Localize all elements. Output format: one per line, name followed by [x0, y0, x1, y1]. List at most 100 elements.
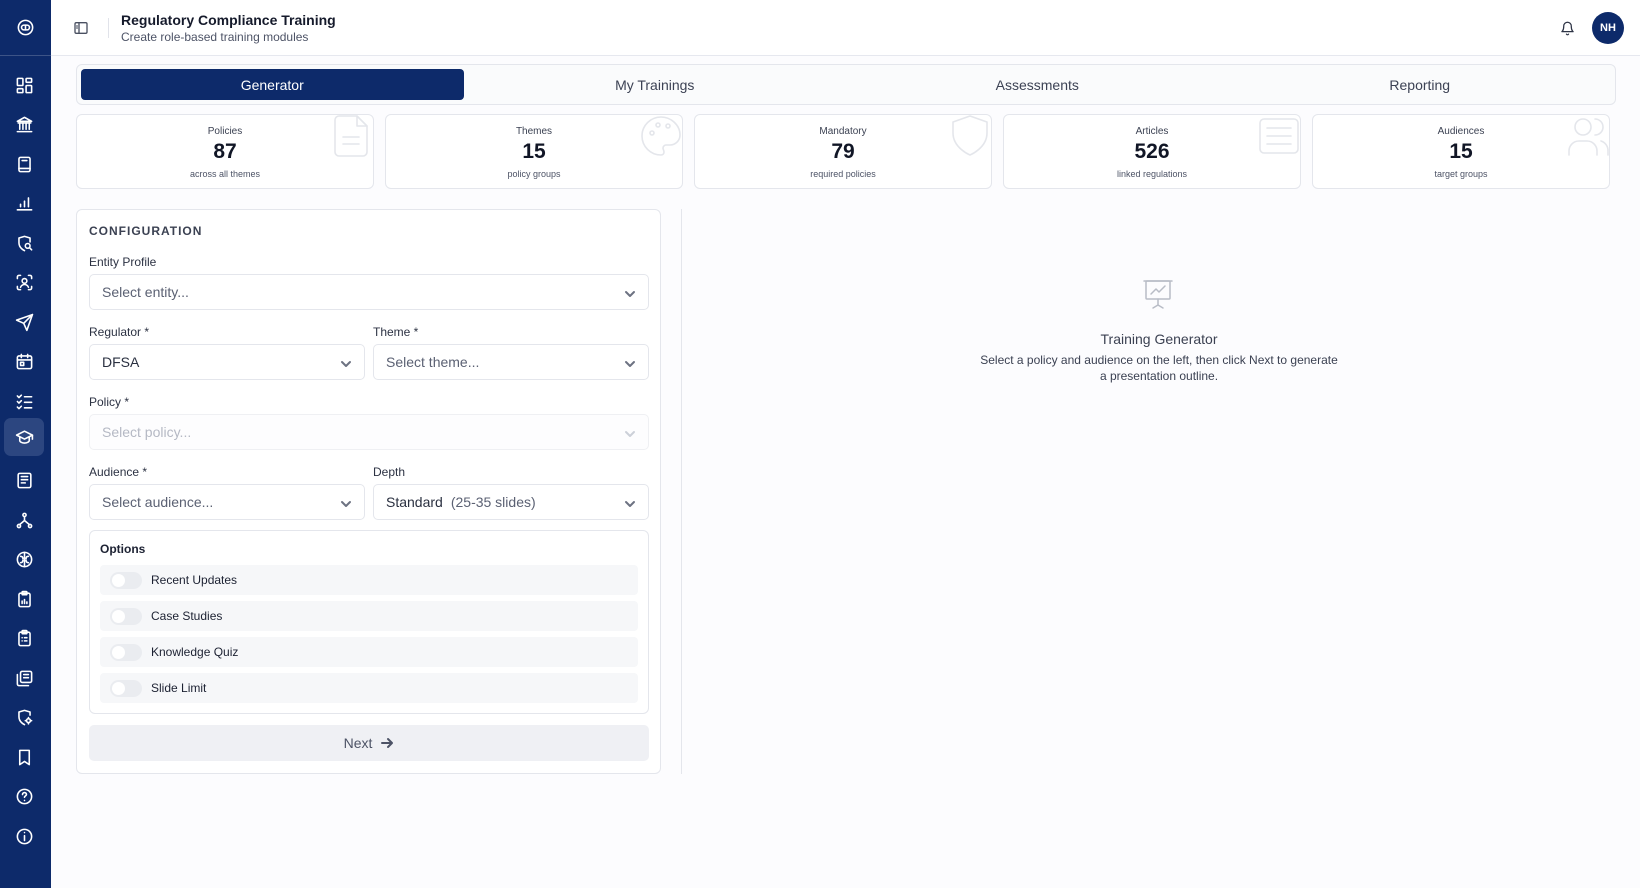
stat-label: Audiences: [1437, 126, 1485, 137]
stat-subtext: across all themes: [189, 169, 261, 179]
chevron-down-icon: [624, 497, 636, 509]
grid-icon: [16, 77, 32, 93]
bank-icon: [16, 116, 32, 132]
page-subtitle: Create role-based training modules: [121, 30, 309, 44]
depth-value: Standard: [386, 494, 443, 510]
stat-value: 87: [213, 140, 237, 163]
stat-value: 15: [522, 140, 546, 163]
notifications-button[interactable]: [1558, 19, 1576, 37]
configuration-heading: CONFIGURATION: [89, 224, 203, 238]
stat-label: Articles: [1135, 126, 1169, 137]
policy-select[interactable]: Select policy...: [89, 414, 649, 450]
chevron-down-icon: [624, 427, 636, 439]
recent-updates-toggle[interactable]: [110, 572, 142, 589]
bookmark-icon: [18, 749, 30, 765]
user-avatar[interactable]: NH: [1592, 12, 1624, 44]
knowledge-quiz-toggle[interactable]: [110, 644, 142, 661]
tab-reporting[interactable]: Reporting: [1229, 69, 1612, 100]
chevron-down-icon: [624, 357, 636, 369]
sidebar-toggle-button[interactable]: [71, 18, 91, 38]
sidebar-item-tasks[interactable]: [4, 382, 44, 420]
option-slide-limit[interactable]: Slide Limit: [100, 673, 638, 703]
sidebar-item-institutions[interactable]: [4, 105, 44, 143]
entity-profile-select[interactable]: Select entity...: [89, 274, 649, 310]
app-logo[interactable]: [0, 0, 51, 56]
chart-icon: [16, 196, 32, 211]
tab-my-trainings[interactable]: My Trainings: [464, 69, 847, 100]
clipboard-chart-icon: [17, 590, 31, 607]
sidebar-item-security-settings[interactable]: [4, 698, 44, 736]
theme-label: Theme *: [373, 325, 419, 339]
logo-icon: [17, 19, 34, 36]
option-label: Knowledge Quiz: [151, 645, 239, 659]
audience-select[interactable]: Select audience...: [89, 484, 365, 520]
network-icon: [16, 512, 32, 528]
option-knowledge-quiz[interactable]: Knowledge Quiz: [100, 637, 638, 667]
options-heading: Options: [100, 542, 146, 556]
regulator-label: Regulator *: [89, 325, 150, 339]
theme-select[interactable]: Select theme...: [373, 344, 649, 380]
panel-divider: [681, 209, 682, 774]
shield-gear-icon: [17, 709, 32, 725]
audience-value: Select audience...: [102, 494, 214, 510]
chevron-down-icon: [340, 357, 352, 369]
stat-label: Themes: [515, 126, 553, 137]
option-case-studies[interactable]: Case Studies: [100, 601, 638, 631]
page-title: Regulatory Compliance Training: [121, 12, 336, 28]
empty-state-title: Training Generator: [1100, 331, 1218, 347]
slide-limit-toggle[interactable]: [110, 680, 142, 697]
sidebar-item-calendar[interactable]: [4, 342, 44, 380]
sidebar-item-network[interactable]: [4, 501, 44, 539]
next-button[interactable]: Next: [89, 725, 649, 761]
sidebar-item-bookmarks[interactable]: [4, 738, 44, 776]
sidebar-item-library[interactable]: [4, 145, 44, 183]
entity-profile-value: Select entity...: [102, 284, 189, 300]
chevron-down-icon: [624, 287, 636, 299]
brain-icon: [16, 551, 32, 567]
clipboard-list-icon: [17, 629, 31, 646]
stat-subtext: target groups: [1434, 169, 1488, 179]
option-label: Recent Updates: [151, 573, 238, 587]
stat-card-audiences: Audiences 15 target groups: [1312, 114, 1610, 189]
newspaper-icon: [16, 472, 32, 488]
tab-generator[interactable]: Generator: [81, 69, 464, 100]
sidebar-item-info[interactable]: [4, 817, 44, 855]
stat-subtext: linked regulations: [1116, 169, 1188, 179]
bell-icon: [1560, 21, 1574, 35]
stat-card-articles: Articles 526 linked regulations: [1003, 114, 1301, 189]
sidebar-item-news[interactable]: [4, 461, 44, 499]
sidebar-item-help[interactable]: [4, 777, 44, 815]
shield-search-icon: [17, 235, 32, 251]
options-group: Options Recent Updates Case Studies Know…: [89, 530, 649, 714]
sidebar-item-documents[interactable]: [4, 659, 44, 697]
stat-card-mandatory: Mandatory 79 required policies: [694, 114, 992, 189]
sidebar-item-dashboard[interactable]: [4, 66, 44, 104]
option-recent-updates[interactable]: Recent Updates: [100, 565, 638, 595]
sidebar-item-training[interactable]: [4, 418, 44, 456]
option-label: Slide Limit: [151, 681, 207, 695]
sidebar-item-submissions[interactable]: [4, 303, 44, 341]
graduation-cap-icon: [15, 429, 33, 444]
policy-label: Policy *: [89, 395, 130, 409]
regulator-value: DFSA: [102, 354, 140, 370]
sidebar-item-reports[interactable]: [4, 580, 44, 618]
tab-assessments[interactable]: Assessments: [846, 69, 1229, 100]
sidebar-item-analytics[interactable]: [4, 184, 44, 222]
option-label: Case Studies: [151, 609, 223, 623]
policy-value: Select policy...: [102, 424, 192, 440]
sidebar: [0, 0, 51, 888]
stat-label: Policies: [207, 126, 243, 137]
stat-value: 15: [1449, 140, 1473, 163]
case-studies-toggle[interactable]: [110, 608, 142, 625]
stat-value: 79: [831, 140, 855, 163]
depth-select[interactable]: Standard (25-35 slides): [373, 484, 649, 520]
entity-profile-label: Entity Profile: [89, 255, 157, 269]
sidebar-item-kyc[interactable]: [4, 263, 44, 301]
sidebar-item-audits[interactable]: [4, 619, 44, 657]
sidebar-item-risk-search[interactable]: [4, 224, 44, 262]
scan-user-icon: [16, 274, 32, 290]
panel-left-icon: [74, 22, 88, 34]
sidebar-item-ai[interactable]: [4, 540, 44, 578]
regulator-select[interactable]: DFSA: [89, 344, 365, 380]
stat-card-themes: Themes 15 policy groups: [385, 114, 683, 189]
